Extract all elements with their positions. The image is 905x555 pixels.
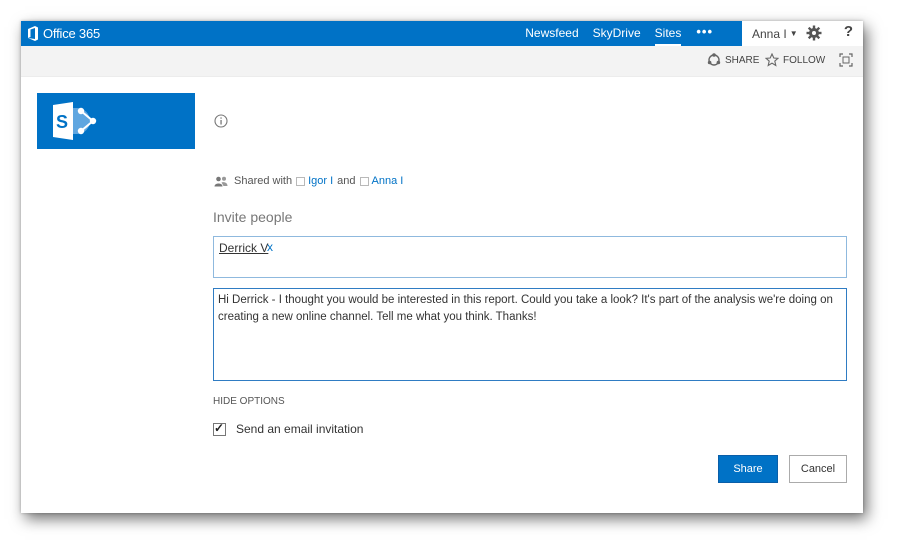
nav-newsfeed[interactable]: Newsfeed (518, 21, 585, 46)
office365-logo[interactable]: Office 365 (27, 25, 100, 42)
app-window: Office 365 Newsfeed SkyDrive Sites ••• A… (21, 21, 863, 513)
shared-user-link-igor[interactable]: Igor I (308, 175, 333, 187)
share-submit-button[interactable]: Share (718, 455, 778, 483)
conjunction-text: and (337, 175, 356, 187)
nav-sites[interactable]: Sites (648, 21, 689, 46)
invite-people-picker[interactable]: Derrick V x (213, 236, 847, 278)
shared-user-link-anna[interactable]: Anna I (372, 175, 404, 187)
cancel-button[interactable]: Cancel (789, 455, 847, 483)
star-icon (765, 53, 779, 67)
presence-indicator (296, 176, 306, 186)
presence-indicator (359, 176, 369, 186)
send-email-checkbox[interactable]: ✓ (213, 420, 226, 436)
follow-label: FOLLOW (783, 54, 826, 66)
office-icon (28, 26, 38, 41)
invitation-message-field[interactable]: Hi Derrick - I thought you would be inte… (213, 288, 847, 381)
people-icon (214, 176, 228, 186)
info-icon[interactable] (214, 114, 228, 128)
site-logo-letter: S (56, 112, 68, 132)
share-icon (707, 53, 721, 66)
follow-button[interactable]: FOLLOW (765, 53, 825, 67)
user-area: Anna I ▼ ? (742, 21, 863, 46)
share-label: SHARE (725, 54, 760, 66)
user-menu[interactable]: Anna I ▼ (742, 27, 798, 41)
send-email-label[interactable]: Send an email invitation (236, 422, 363, 436)
nav-skydrive[interactable]: SkyDrive (586, 21, 648, 46)
send-email-option: ✓ Send an email invitation (213, 420, 363, 436)
brand-name: Office 365 (43, 26, 101, 41)
share-button[interactable]: SHARE (707, 53, 759, 67)
sharepoint-logo-icon: S (53, 102, 97, 140)
invited-person-token[interactable]: Derrick V (219, 241, 268, 255)
hide-options-link[interactable]: HIDE OPTIONS (213, 396, 285, 407)
site-logo[interactable]: S (37, 93, 195, 149)
focus-on-content-icon[interactable] (839, 53, 853, 67)
shared-with-prefix: Shared with (234, 175, 293, 187)
gear-icon[interactable] (806, 25, 822, 41)
more-menu-button[interactable]: ••• (688, 21, 721, 46)
shared-with-row: Shared with Igor I and Anna I (214, 175, 403, 187)
chevron-down-icon: ▼ (789, 29, 798, 38)
ribbon: SHARE FOLLOW (21, 46, 863, 77)
invite-people-heading: Invite people (213, 209, 293, 225)
top-nav: Newsfeed SkyDrive Sites ••• (518, 21, 721, 46)
user-name-label: Anna I (752, 26, 787, 41)
remove-person-button[interactable]: x (267, 240, 273, 254)
help-button[interactable]: ? (844, 23, 853, 40)
suite-bar: Office 365 Newsfeed SkyDrive Sites ••• A… (21, 21, 863, 46)
checkmark-icon: ✓ (214, 420, 225, 435)
